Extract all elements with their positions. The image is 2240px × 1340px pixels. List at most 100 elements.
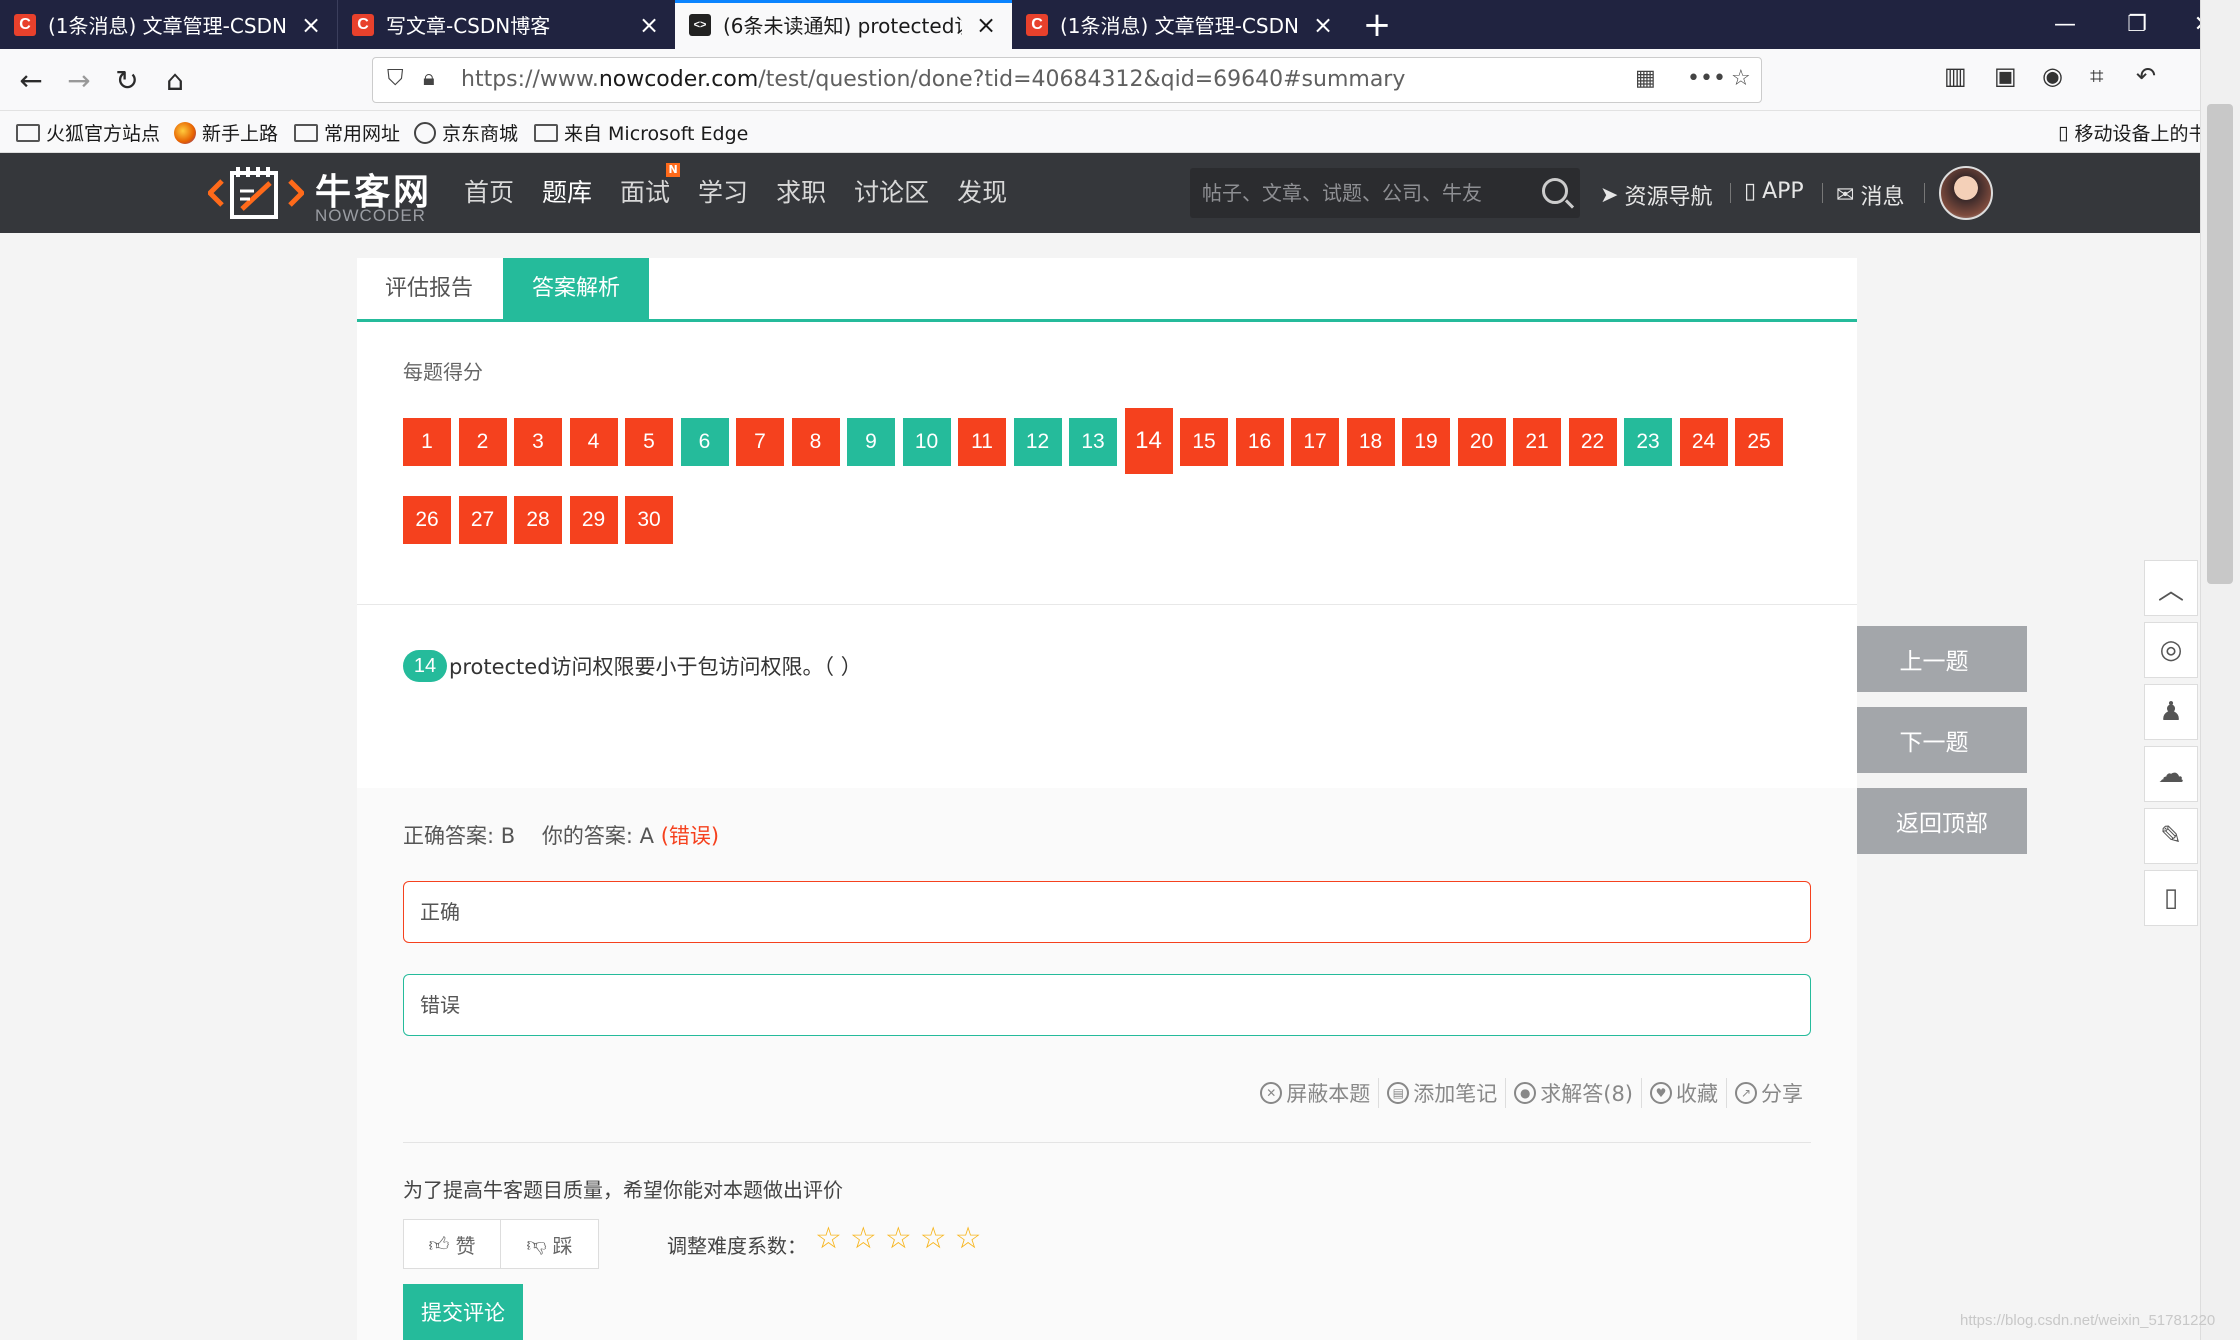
scroll-up-chevron-icon[interactable]: ︿ xyxy=(2144,560,2198,616)
nav-jobs[interactable]: 求职 xyxy=(762,153,840,233)
nav-learn[interactable]: 学习 xyxy=(684,153,762,233)
question-number-15[interactable]: 15 xyxy=(1180,418,1228,466)
question-number-26[interactable]: 26 xyxy=(403,496,451,544)
question-number-1[interactable]: 1 xyxy=(403,418,451,466)
search-input[interactable] xyxy=(1190,168,1510,218)
question-number-13[interactable]: 13 xyxy=(1069,418,1117,466)
question-number-24[interactable]: 24 xyxy=(1679,418,1728,466)
block-question-button[interactable]: ✕ 屏蔽本题 xyxy=(1252,1078,1380,1108)
browser-tab-2[interactable]: C 写文章-CSDN博客 × xyxy=(338,0,675,49)
close-icon[interactable]: × xyxy=(637,11,661,39)
question-number-5[interactable]: 5 xyxy=(625,418,673,466)
browser-tab-4[interactable]: C (1条消息) 文章管理-CSDN博客 × xyxy=(1012,0,1349,49)
new-tab-plus-icon[interactable]: + xyxy=(1349,0,1405,49)
question-number-23[interactable]: 23 xyxy=(1624,418,1672,466)
weibo-icon[interactable]: ◎ xyxy=(2144,622,2198,678)
bookmark-firefox-site[interactable]: 火狐官方站点 xyxy=(16,119,160,146)
share-button[interactable]: ↗ 分享 xyxy=(1727,1078,1811,1108)
undo-icon[interactable]: ↶ xyxy=(2136,62,2156,90)
question-number-18[interactable]: 18 xyxy=(1346,418,1395,466)
nav-home[interactable]: 首页 xyxy=(450,153,528,233)
star-icon[interactable]: ☆ xyxy=(885,1224,912,1254)
reload-icon[interactable]: ↻ xyxy=(106,59,148,101)
question-number-30[interactable]: 30 xyxy=(625,496,673,544)
question-number-8[interactable]: 8 xyxy=(791,418,840,466)
question-number-28[interactable]: 28 xyxy=(514,496,562,544)
bookmark-common-sites[interactable]: 常用网址 xyxy=(294,119,400,146)
qr-code-icon[interactable]: ▦ xyxy=(1635,66,1656,91)
prev-question-button[interactable]: 上一题 xyxy=(1857,626,2027,692)
bookmark-from-edge[interactable]: 来自 Microsoft Edge xyxy=(534,119,748,146)
nowcoder-logo-icon[interactable] xyxy=(208,161,304,225)
question-number-2[interactable]: 2 xyxy=(458,418,507,466)
question-number-14[interactable]: 14 xyxy=(1124,408,1173,474)
star-icon[interactable]: ☆ xyxy=(955,1224,982,1254)
option-a[interactable]: 正确 xyxy=(403,881,1811,943)
forward-arrow-icon[interactable]: → xyxy=(58,59,100,101)
star-icon[interactable]: ☆ xyxy=(920,1224,947,1254)
messages-link[interactable]: ✉ 消息 xyxy=(1836,179,1904,211)
browser-tab-1[interactable]: C (1条消息) 文章管理-CSDN博客 × xyxy=(0,0,337,49)
app-link[interactable]: ▯ APP xyxy=(1744,179,1804,204)
nav-interview[interactable]: 面试 N xyxy=(606,153,684,233)
question-number-12[interactable]: 12 xyxy=(1013,418,1062,466)
tab-evaluation-report[interactable]: 评估报告 xyxy=(357,258,501,320)
question-number-27[interactable]: 27 xyxy=(458,496,507,544)
mobile-icon[interactable]: ▯ xyxy=(2144,870,2198,926)
close-icon[interactable]: × xyxy=(1311,11,1335,39)
question-number-20[interactable]: 20 xyxy=(1457,418,1506,466)
question-number-7[interactable]: 7 xyxy=(736,418,784,466)
screenshot-icon[interactable]: ⌗ xyxy=(2090,62,2104,90)
ask-answer-button[interactable]: ● 求解答(8) xyxy=(1506,1078,1642,1108)
question-number-10[interactable]: 10 xyxy=(902,418,951,466)
option-b[interactable]: 错误 xyxy=(403,974,1811,1036)
nav-question-bank[interactable]: 题库 xyxy=(528,153,606,233)
question-number-4[interactable]: 4 xyxy=(569,418,618,466)
library-icon[interactable]: ▥ xyxy=(1944,62,1967,90)
add-note-button[interactable]: ▤ 添加笔记 xyxy=(1379,1078,1507,1108)
tab-answer-analysis[interactable]: 答案解析 xyxy=(503,258,649,320)
bookmark-jd[interactable]: 京东商城 xyxy=(414,119,518,146)
lock-icon[interactable]: 🔒︎ xyxy=(423,66,435,91)
question-number-22[interactable]: 22 xyxy=(1568,418,1617,466)
question-number-3[interactable]: 3 xyxy=(514,418,562,466)
back-arrow-icon[interactable]: ← xyxy=(10,59,52,101)
minimize-icon[interactable]: — xyxy=(2028,0,2102,49)
url-text[interactable]: https://www.nowcoder.com/test/question/d… xyxy=(461,67,1405,92)
back-to-top-button[interactable]: 返回顶部 xyxy=(1857,788,2027,854)
question-number-21[interactable]: 21 xyxy=(1513,418,1561,466)
avatar[interactable] xyxy=(1939,166,1993,220)
search-icon[interactable] xyxy=(1542,178,1568,204)
bookmark-star-icon[interactable]: ☆ xyxy=(1731,66,1751,91)
pencil-icon[interactable]: ✎ xyxy=(2144,808,2198,864)
close-icon[interactable]: × xyxy=(299,11,323,39)
scrollbar-thumb[interactable] xyxy=(2207,104,2233,584)
question-number-6[interactable]: 6 xyxy=(680,418,729,466)
sidebar-icon[interactable]: ▣ xyxy=(1994,62,2017,90)
dislike-button[interactable]: 👎︎ 踩 xyxy=(501,1220,598,1268)
question-number-17[interactable]: 17 xyxy=(1291,418,1339,466)
nav-discuss[interactable]: 讨论区 xyxy=(840,153,943,233)
restore-icon[interactable]: ❐ xyxy=(2100,0,2174,49)
more-dots-icon[interactable]: ••• xyxy=(1687,66,1726,91)
nav-discover[interactable]: 发现 xyxy=(943,153,1021,233)
close-icon[interactable]: × xyxy=(974,11,998,39)
bookmark-getting-started[interactable]: 新手上路 xyxy=(174,119,278,146)
question-number-25[interactable]: 25 xyxy=(1735,418,1783,466)
submit-comment-button[interactable]: 提交评论 xyxy=(403,1284,523,1340)
wechat-icon[interactable]: ☁ xyxy=(2144,746,2198,802)
question-number-9[interactable]: 9 xyxy=(847,418,895,466)
favorite-button[interactable]: ♥ 收藏 xyxy=(1642,1078,1727,1108)
shield-icon[interactable]: ⛉ xyxy=(387,66,404,91)
star-icon[interactable]: ☆ xyxy=(815,1224,842,1254)
url-bar[interactable]: ⛉ 🔒︎ https://www.nowcoder.com/test/quest… xyxy=(372,57,1762,103)
account-icon[interactable]: ◉ xyxy=(2042,62,2063,90)
resources-nav-link[interactable]: ➤ 资源导航 xyxy=(1600,179,1712,211)
browser-tab-3-active[interactable]: <> (6条未读通知) protected访问 × xyxy=(675,0,1012,49)
question-number-11[interactable]: 11 xyxy=(958,418,1006,466)
next-question-button[interactable]: 下一题 xyxy=(1857,707,2027,773)
star-icon[interactable]: ☆ xyxy=(850,1224,877,1254)
home-icon[interactable]: ⌂ xyxy=(154,59,196,101)
like-button[interactable]: 👍︎ 赞 xyxy=(404,1220,501,1268)
page-scrollbar[interactable] xyxy=(2200,0,2240,1340)
